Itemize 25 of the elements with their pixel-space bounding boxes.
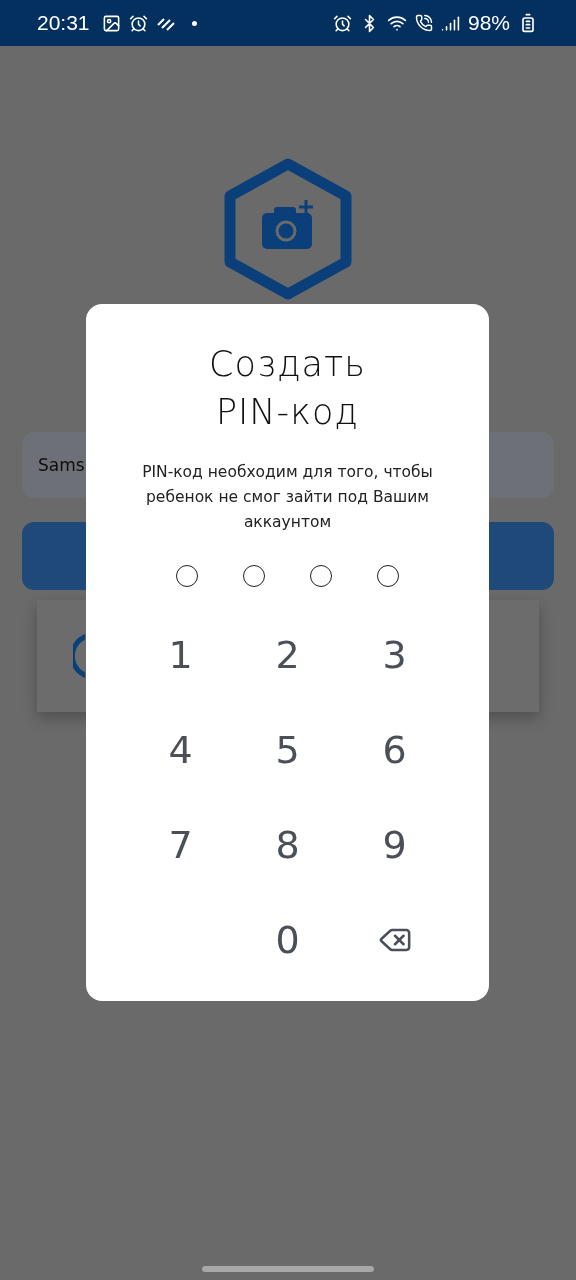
digit-key[interactable]: 4 [145, 714, 216, 785]
digit-key[interactable]: 7 [145, 809, 216, 880]
digit-key[interactable]: 9 [359, 809, 430, 880]
digit-key[interactable]: 6 [359, 714, 430, 785]
dialog-title: Создать PIN-код [209, 343, 366, 434]
signal-icon [440, 13, 460, 33]
digit-key[interactable]: 0 [252, 904, 323, 975]
alarm-icon [332, 13, 352, 33]
digit-key[interactable]: 2 [252, 619, 323, 690]
wifi-icon [386, 13, 407, 33]
dialog-description: PIN-код необходим для того, чтобы ребенок не смог зайти под Вашим аккаунтом [141, 462, 434, 533]
digit-key[interactable]: 8 [252, 809, 323, 880]
digit-key[interactable]: 1 [145, 619, 216, 690]
alarm-icon [128, 13, 148, 33]
digit-key[interactable]: 3 [359, 619, 430, 690]
camera-logo-icon [222, 158, 354, 300]
image-icon [101, 13, 121, 33]
battery-percent: 98% [467, 11, 510, 35]
arc-icon [73, 633, 85, 679]
digit-key[interactable]: 5 [252, 714, 323, 785]
phone-icon [414, 14, 433, 32]
notification-dot-icon [191, 20, 197, 26]
field-value: Sams [38, 455, 85, 475]
slash-lines-icon [155, 15, 176, 31]
clock-time: 20:31 [37, 11, 90, 35]
